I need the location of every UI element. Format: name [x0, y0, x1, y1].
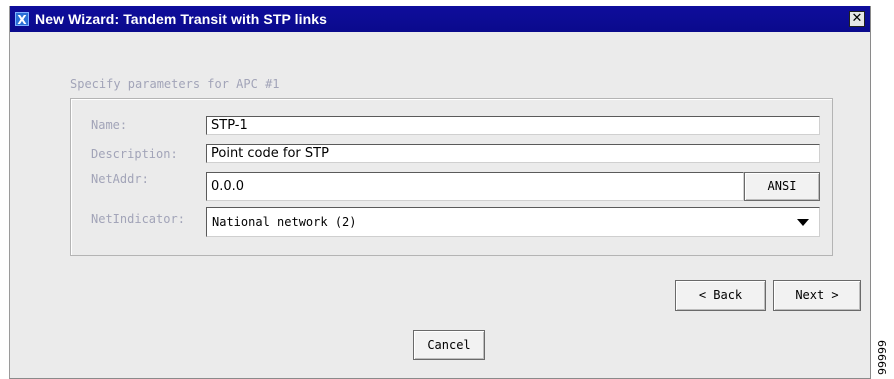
close-icon: ✕: [851, 11, 863, 26]
window-title: New Wizard: Tandem Transit with STP link…: [35, 11, 328, 27]
figure-number: 99999: [872, 335, 894, 379]
figure-number-text: 99999: [876, 340, 889, 375]
netindicator-label: NetIndicator:: [91, 212, 185, 226]
chevron-down-icon: [797, 219, 809, 226]
title-bar[interactable]: X New Wizard: Tandem Transit with STP li…: [10, 6, 870, 32]
wizard-window: X New Wizard: Tandem Transit with STP li…: [9, 6, 871, 379]
netaddr-input[interactable]: 0.0.0: [206, 172, 744, 201]
netindicator-selected-value: National network (2): [212, 215, 357, 229]
section-label: Specify parameters for APC #1: [70, 77, 280, 91]
description-input[interactable]: Point code for STP: [206, 144, 820, 163]
netindicator-select[interactable]: National network (2): [206, 207, 820, 237]
netaddr-label: NetAddr:: [91, 172, 149, 186]
description-label: Description:: [91, 147, 178, 161]
name-input[interactable]: STP-1: [206, 116, 820, 135]
name-label: Name:: [91, 118, 128, 132]
ansi-format-button[interactable]: ANSI: [744, 172, 820, 201]
close-button[interactable]: ✕: [849, 11, 865, 27]
back-button[interactable]: < Back: [675, 280, 766, 311]
cancel-button[interactable]: Cancel: [413, 330, 485, 360]
x-logo-icon: X: [15, 12, 29, 27]
next-button[interactable]: Next >: [773, 280, 861, 311]
